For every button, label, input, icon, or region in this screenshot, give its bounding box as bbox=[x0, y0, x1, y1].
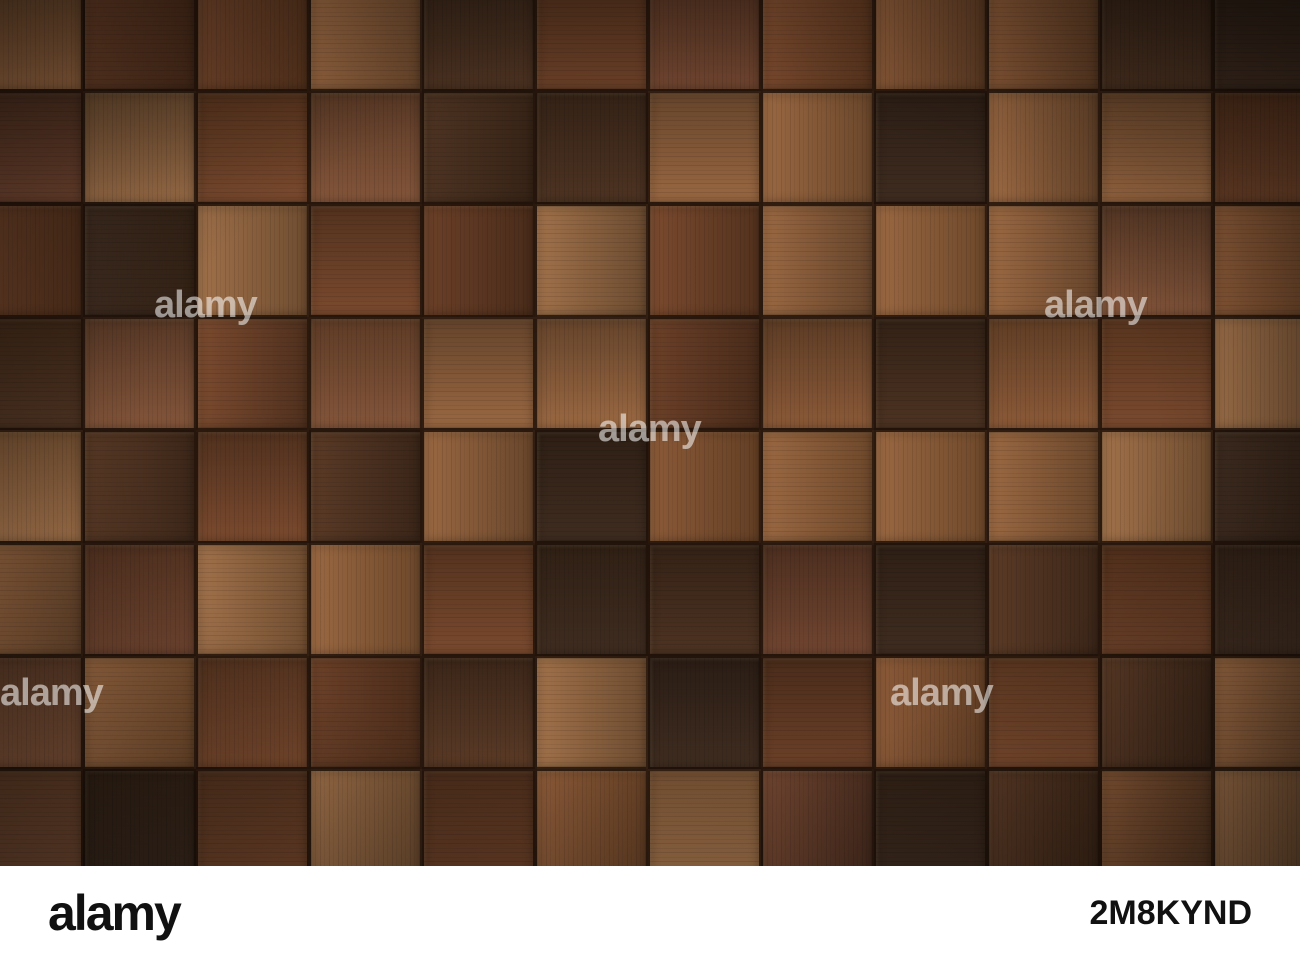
wood-tile bbox=[196, 656, 309, 769]
wood-tile bbox=[874, 0, 987, 91]
wood-tile bbox=[648, 91, 761, 204]
wood-tile bbox=[309, 0, 422, 91]
wood-tile bbox=[987, 317, 1100, 430]
wood-tile bbox=[761, 769, 874, 866]
wood-tile bbox=[83, 0, 196, 91]
wood-tile bbox=[83, 430, 196, 543]
wood-tile bbox=[309, 91, 422, 204]
wood-tile bbox=[422, 430, 535, 543]
wood-tile bbox=[1100, 430, 1213, 543]
wood-tile bbox=[1213, 0, 1300, 91]
wood-tile bbox=[1213, 317, 1300, 430]
stock-photo: alamy alamy alamy alamy alamy bbox=[0, 0, 1300, 866]
wood-tile bbox=[309, 430, 422, 543]
wood-tile bbox=[309, 769, 422, 866]
wood-tile bbox=[1100, 0, 1213, 91]
wood-tile bbox=[987, 769, 1100, 866]
wood-tile bbox=[422, 656, 535, 769]
watermark: alamy bbox=[154, 284, 258, 326]
wood-tile bbox=[648, 0, 761, 91]
wood-tile bbox=[0, 543, 83, 656]
wood-tile bbox=[309, 543, 422, 656]
wood-tile bbox=[1100, 91, 1213, 204]
wood-tile bbox=[535, 543, 648, 656]
wood-tile bbox=[1213, 430, 1300, 543]
watermark: alamy bbox=[0, 672, 104, 714]
wood-tile bbox=[648, 769, 761, 866]
wood-tile bbox=[535, 0, 648, 91]
wood-tile bbox=[196, 91, 309, 204]
watermark: alamy bbox=[890, 672, 994, 714]
wood-tile bbox=[1100, 543, 1213, 656]
wood-tile bbox=[0, 204, 83, 317]
wood-tile bbox=[83, 769, 196, 866]
wood-tile bbox=[196, 0, 309, 91]
wood-tile bbox=[196, 769, 309, 866]
wood-tile bbox=[309, 656, 422, 769]
wood-tile bbox=[83, 543, 196, 656]
alamy-logo: alamy bbox=[48, 885, 182, 941]
wood-tile bbox=[761, 543, 874, 656]
wood-tile bbox=[874, 317, 987, 430]
wood-tile bbox=[648, 543, 761, 656]
wood-tile bbox=[874, 204, 987, 317]
wood-tile bbox=[761, 204, 874, 317]
wood-tile bbox=[0, 769, 83, 866]
wood-tile bbox=[196, 430, 309, 543]
wood-tile bbox=[987, 91, 1100, 204]
wood-tile bbox=[196, 317, 309, 430]
wood-tile bbox=[0, 0, 83, 91]
wood-tile bbox=[1100, 769, 1213, 866]
wood-tile bbox=[761, 91, 874, 204]
wood-tile bbox=[83, 91, 196, 204]
wood-tile bbox=[761, 317, 874, 430]
wood-tile bbox=[0, 91, 83, 204]
wood-tile bbox=[422, 317, 535, 430]
wood-tile bbox=[422, 769, 535, 866]
wood-tile bbox=[309, 204, 422, 317]
wood-tile bbox=[648, 656, 761, 769]
wood-tile bbox=[0, 430, 83, 543]
wood-tile bbox=[535, 91, 648, 204]
wood-tile bbox=[196, 543, 309, 656]
wood-tile bbox=[535, 656, 648, 769]
wood-tile bbox=[987, 656, 1100, 769]
image-id: 2M8KYND bbox=[1089, 894, 1252, 932]
wood-tile bbox=[1213, 204, 1300, 317]
watermark: alamy bbox=[1044, 284, 1148, 326]
wood-tile bbox=[422, 91, 535, 204]
wood-tile bbox=[1100, 656, 1213, 769]
wood-tile bbox=[422, 543, 535, 656]
wood-tile bbox=[0, 317, 83, 430]
wood-tile bbox=[535, 769, 648, 866]
wood-tile bbox=[874, 769, 987, 866]
wood-tile bbox=[1100, 317, 1213, 430]
wood-tile bbox=[987, 543, 1100, 656]
wood-tile bbox=[1213, 656, 1300, 769]
wood-tile bbox=[1213, 543, 1300, 656]
wood-tile bbox=[1213, 91, 1300, 204]
footer-bar: alamy 2M8KYND bbox=[0, 866, 1300, 956]
wood-tile bbox=[761, 656, 874, 769]
wood-tile bbox=[309, 317, 422, 430]
wood-tile bbox=[535, 204, 648, 317]
wood-tile bbox=[761, 430, 874, 543]
wood-tile bbox=[874, 543, 987, 656]
wood-tile bbox=[648, 204, 761, 317]
wood-tile bbox=[874, 91, 987, 204]
wood-tile bbox=[987, 0, 1100, 91]
wood-tile bbox=[761, 0, 874, 91]
wood-tile bbox=[987, 430, 1100, 543]
watermark: alamy bbox=[598, 408, 702, 450]
wood-tile bbox=[422, 204, 535, 317]
wood-tile bbox=[874, 430, 987, 543]
wood-tile bbox=[422, 0, 535, 91]
wood-tile bbox=[83, 317, 196, 430]
wood-tile bbox=[1213, 769, 1300, 866]
